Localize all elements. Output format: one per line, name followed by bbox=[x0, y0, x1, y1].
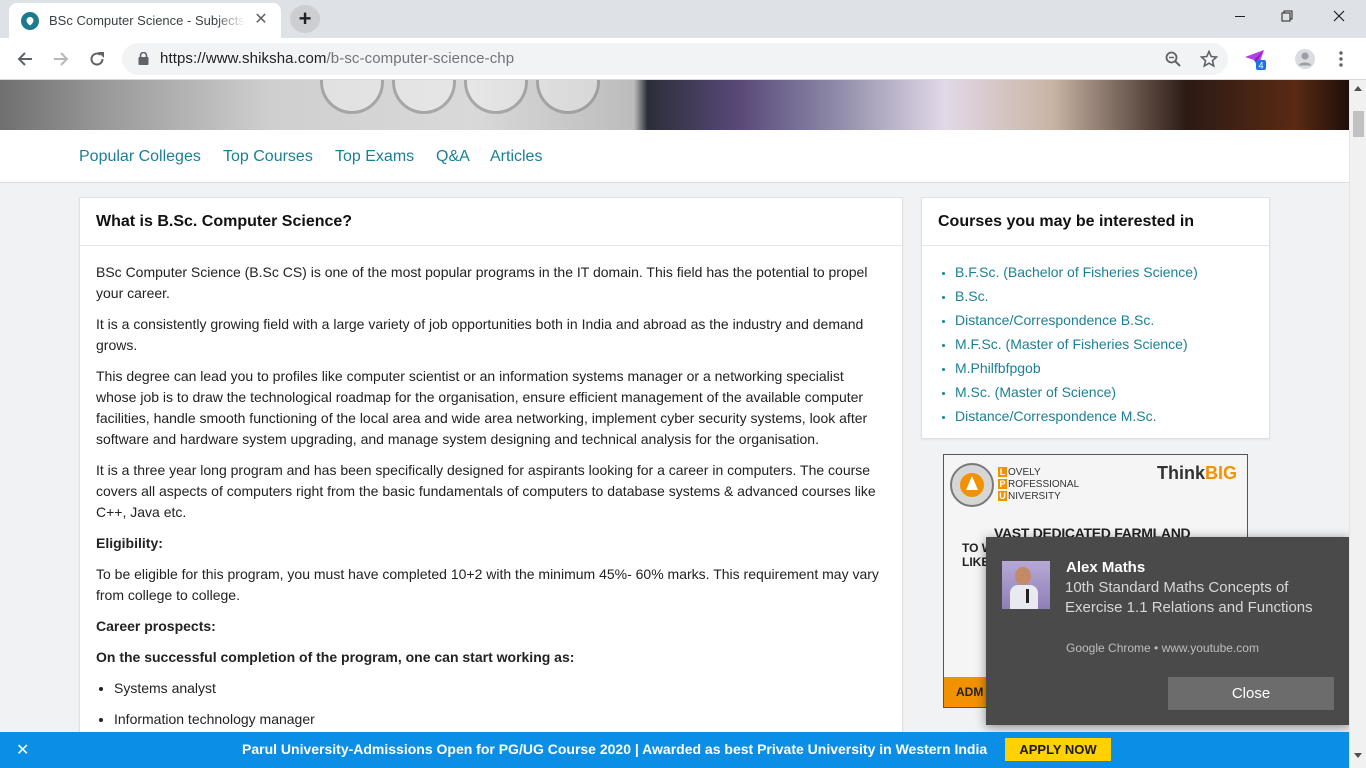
url-path: /b-sc-computer-science-chp bbox=[326, 50, 515, 67]
course-link[interactable]: B.Sc. bbox=[955, 284, 1269, 308]
address-bar[interactable]: https://www.shiksha.com/b-sc-computer-sc… bbox=[122, 43, 1228, 75]
job-item: Systems analyst bbox=[114, 678, 886, 699]
scroll-down-icon[interactable] bbox=[1354, 753, 1362, 758]
course-link[interactable]: M.Sc. (Master of Science) bbox=[955, 380, 1269, 404]
lock-icon bbox=[138, 52, 149, 65]
job-item: Information technology manager bbox=[114, 709, 886, 730]
chrome-notification[interactable]: Alex Maths 10th Standard Maths Concepts … bbox=[986, 537, 1350, 725]
scroll-up-icon[interactable] bbox=[1354, 86, 1362, 91]
section-nav: Popular Colleges Top Courses Top Exams Q… bbox=[0, 130, 1349, 183]
new-tab-button[interactable]: + bbox=[290, 5, 320, 33]
forward-icon[interactable] bbox=[47, 45, 75, 73]
tab-close-icon[interactable]: ✕ bbox=[253, 12, 269, 28]
courses-heading: Courses you may be interested in bbox=[922, 198, 1269, 246]
career-label: Career prospects: bbox=[96, 618, 216, 634]
lpu-wordmark: L OVELY P ROFESSIONAL U NIVERSITY bbox=[998, 467, 1080, 502]
article-body: BSc Computer Science (B.Sc CS) is one of… bbox=[80, 246, 902, 730]
banner-close-icon[interactable]: ✕ bbox=[16, 740, 29, 760]
nav-qna[interactable]: Q&A bbox=[436, 148, 470, 166]
video-thumbnail-icon bbox=[1002, 561, 1050, 609]
course-link[interactable]: M.F.Sc. (Master of Fisheries Science) bbox=[955, 332, 1269, 356]
minimize-icon[interactable] bbox=[1217, 0, 1263, 32]
article-paragraph: To be eligible for this program, you mus… bbox=[96, 566, 879, 603]
course-link[interactable]: Distance/Correspondence B.Sc. bbox=[955, 308, 1269, 332]
courses-card: Courses you may be interested in B.F.Sc.… bbox=[921, 197, 1270, 439]
article-heading: What is B.Sc. Computer Science? bbox=[80, 198, 902, 246]
notification-source: Google Chrome • www.youtube.com bbox=[1066, 641, 1259, 655]
apply-now-button[interactable]: APPLY NOW bbox=[1005, 738, 1111, 761]
notification-title: Alex Maths bbox=[1066, 559, 1146, 576]
bookmark-star-icon[interactable] bbox=[1198, 48, 1220, 70]
shiksha-favicon-icon bbox=[21, 11, 39, 30]
hero-banner-image bbox=[0, 80, 1349, 130]
nav-popular-colleges[interactable]: Popular Colleges bbox=[79, 148, 201, 166]
restore-icon[interactable] bbox=[1264, 0, 1310, 32]
window-close-icon[interactable] bbox=[1316, 0, 1362, 32]
url-text: https://www.shiksha.com/b-sc-computer-sc… bbox=[160, 50, 514, 67]
banner-text[interactable]: Parul University-Admissions Open for PG/… bbox=[242, 741, 987, 757]
nav-top-courses[interactable]: Top Courses bbox=[223, 148, 313, 166]
notification-close-button[interactable]: Close bbox=[1168, 677, 1334, 710]
url-host: https://www.shiksha.com bbox=[160, 50, 327, 67]
zoom-search-icon[interactable] bbox=[1162, 48, 1184, 70]
nav-top-exams[interactable]: Top Exams bbox=[335, 148, 414, 166]
course-link[interactable]: Distance/Correspondence M.Sc. bbox=[955, 404, 1269, 428]
lpu-logo-icon bbox=[950, 463, 994, 507]
article-paragraph: This degree can lead you to profiles lik… bbox=[96, 368, 868, 447]
nav-articles[interactable]: Articles bbox=[490, 148, 542, 166]
course-link[interactable]: B.F.Sc. (Bachelor of Fisheries Science) bbox=[955, 260, 1269, 284]
tab-title: BSc Computer Science - Subjects bbox=[49, 13, 245, 28]
article-paragraph: It is a three year long program and has … bbox=[96, 462, 876, 520]
scroll-thumb[interactable] bbox=[1353, 111, 1364, 137]
course-list: B.F.Sc. (Bachelor of Fisheries Science) … bbox=[922, 246, 1269, 428]
back-icon[interactable] bbox=[11, 45, 39, 73]
article-card: What is B.Sc. Computer Science? BSc Comp… bbox=[79, 197, 903, 768]
extension-send-icon[interactable]: 4 bbox=[1242, 46, 1268, 72]
notification-message: 10th Standard Maths Concepts of Exercise… bbox=[1065, 579, 1313, 616]
browser-toolbar: https://www.shiksha.com/b-sc-computer-sc… bbox=[0, 38, 1366, 80]
thinkbig-tagline: ThinkBIG bbox=[1156, 463, 1237, 483]
svg-text:4: 4 bbox=[1258, 61, 1263, 71]
eligibility-label: Eligibility: bbox=[96, 535, 163, 551]
admissions-banner: ✕ Parul University-Admissions Open for P… bbox=[0, 732, 1349, 768]
course-link[interactable]: M.Philfbfpgob bbox=[955, 356, 1269, 380]
career-intro: On the successful completion of the prog… bbox=[96, 649, 575, 665]
article-paragraph: It is a consistently growing field with … bbox=[96, 316, 864, 353]
reload-icon[interactable] bbox=[83, 45, 111, 73]
page-scrollbar[interactable] bbox=[1349, 80, 1366, 768]
job-list: Systems analyst Information technology m… bbox=[114, 678, 886, 730]
profile-avatar-icon[interactable] bbox=[1292, 46, 1318, 72]
browser-tab[interactable]: BSc Computer Science - Subjects ✕ bbox=[9, 3, 281, 38]
browser-menu-icon[interactable] bbox=[1328, 46, 1354, 72]
tab-strip: BSc Computer Science - Subjects ✕ + bbox=[0, 0, 1366, 38]
article-paragraph: BSc Computer Science (B.Sc CS) is one of… bbox=[96, 264, 868, 301]
